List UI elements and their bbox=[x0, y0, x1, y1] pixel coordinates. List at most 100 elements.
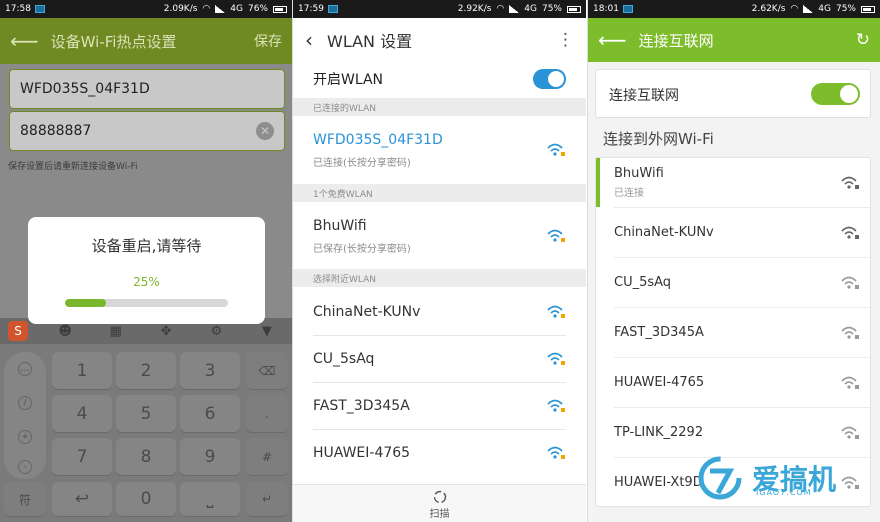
symbol-key[interactable]: … bbox=[18, 362, 32, 376]
status-time: 17:58 bbox=[5, 4, 31, 14]
network-row[interactable]: FAST_3D345A bbox=[596, 308, 870, 357]
symbol-key[interactable]: + bbox=[18, 430, 32, 444]
notification-icon bbox=[622, 5, 633, 13]
nearby-network[interactable]: CU_5sAq bbox=[293, 336, 586, 382]
network-row[interactable]: HUAWEI-4765 bbox=[596, 358, 870, 407]
backspace-icon[interactable]: ⌫ bbox=[246, 352, 288, 389]
network-name: ChinaNet-KUNv bbox=[313, 304, 421, 320]
nearby-network[interactable]: HUAWEI-4765 bbox=[293, 430, 586, 476]
connected-network[interactable]: WFD035S_04F31D 已连接(长按分享密码) bbox=[293, 122, 586, 178]
emoji-icon[interactable]: ☻ bbox=[40, 324, 90, 339]
status-bar: 18:01 2.62K/s ◠ 4G 75% bbox=[588, 0, 880, 18]
space-icon[interactable]: ⎵ bbox=[180, 482, 240, 516]
key-8[interactable]: 8 bbox=[116, 438, 176, 475]
symbol-column[interactable]: … / + - bbox=[4, 352, 46, 479]
wifi-lock-icon bbox=[841, 176, 859, 189]
enter-icon[interactable]: ↵ bbox=[246, 482, 288, 516]
section-nearby: 选择附近WLAN bbox=[293, 269, 586, 287]
notification-icon bbox=[34, 5, 45, 13]
app-bar: ⟵ 设备Wi-Fi热点设置 保存 bbox=[0, 18, 292, 64]
network-name: CU_5sAq bbox=[614, 275, 672, 290]
signal-icon bbox=[803, 5, 814, 13]
symbol-key[interactable]: / bbox=[18, 396, 32, 410]
back-chevron-icon[interactable]: ‹ bbox=[305, 28, 313, 52]
wifi-status-icon: ◠ bbox=[790, 4, 799, 14]
password-field[interactable]: 88888887 ✕ bbox=[9, 111, 285, 151]
symbols-key[interactable]: 符 bbox=[4, 482, 46, 516]
wifi-status-icon: ◠ bbox=[202, 4, 211, 14]
network-status: 已保存(长按分享密码) bbox=[313, 243, 411, 255]
save-button[interactable]: 保存 bbox=[254, 31, 282, 51]
status-time: 17:59 bbox=[298, 4, 324, 14]
collapse-keyboard-icon[interactable]: ▼ bbox=[242, 324, 292, 339]
network-type: 4G bbox=[230, 4, 243, 14]
ssid-field[interactable]: WFD035S_04F31D bbox=[9, 69, 285, 109]
network-name: BhuWifi bbox=[313, 217, 367, 234]
wifi-signal-icon bbox=[547, 143, 565, 156]
status-speed: 2.92K/s bbox=[457, 4, 492, 14]
key-2[interactable]: 2 bbox=[116, 352, 176, 389]
key-4[interactable]: 4 bbox=[52, 395, 112, 432]
refresh-icon[interactable]: ↻ bbox=[856, 30, 870, 50]
nearby-network[interactable]: ChinaNet-KUNv bbox=[293, 289, 586, 335]
hint-text: 保存设置后请重新连接设备Wi-Fi bbox=[8, 162, 138, 172]
network-row[interactable]: TP-LINK_2292 bbox=[596, 408, 870, 457]
wlan-toggle-row[interactable]: 开启WLAN bbox=[293, 62, 586, 96]
page-title: 设备Wi-Fi热点设置 bbox=[50, 32, 177, 51]
network-name: CU_5sAq bbox=[313, 351, 375, 367]
scan-refresh-icon[interactable] bbox=[432, 489, 448, 505]
network-type: 4G bbox=[818, 4, 831, 14]
wifi-lock-icon bbox=[841, 326, 859, 339]
wifi-signal-icon bbox=[547, 305, 565, 318]
key-9[interactable]: 9 bbox=[180, 438, 240, 475]
back-arrow-icon[interactable]: ⟵ bbox=[598, 28, 627, 52]
network-row[interactable]: BhuWifi 已连接 bbox=[596, 158, 870, 207]
cursor-icon[interactable]: ✥ bbox=[141, 324, 191, 339]
symbol-key[interactable]: - bbox=[18, 460, 32, 474]
more-menu-icon[interactable]: ⋮ bbox=[557, 30, 574, 50]
network-row[interactable]: CU_5sAq bbox=[596, 258, 870, 307]
dialog-message: 设备重启,请等待 bbox=[91, 237, 202, 255]
network-row[interactable]: ChinaNet-KUNv bbox=[596, 208, 870, 257]
status-time: 18:01 bbox=[593, 4, 619, 14]
wifi-lock-icon bbox=[841, 276, 859, 289]
wifi-lock-icon bbox=[841, 426, 859, 439]
battery-icon bbox=[861, 5, 875, 13]
key-0[interactable]: 0 bbox=[116, 482, 176, 516]
network-name: WFD035S_04F31D bbox=[313, 131, 443, 148]
progress-fill bbox=[65, 299, 106, 307]
page-title: WLAN 设置 bbox=[327, 32, 413, 51]
wifi-status-icon: ◠ bbox=[496, 4, 505, 14]
return-arrow-icon[interactable]: ↩ bbox=[52, 482, 112, 516]
nearby-network[interactable]: FAST_3D345A bbox=[293, 383, 586, 429]
restart-dialog: 设备重启,请等待 25% bbox=[28, 217, 265, 324]
internet-connect-screen: 18:01 2.62K/s ◠ 4G 75% ⟵ 连接互联网 ↻ 连接互联网 连… bbox=[588, 0, 880, 522]
numeric-keyboard: … / + - 符 1 2 3 ⌫ 4 5 6 . 7 8 9 # ↩ 0 ⎵ … bbox=[0, 344, 292, 522]
back-arrow-icon[interactable]: ⟵ bbox=[10, 29, 39, 53]
sogou-logo-icon[interactable]: S bbox=[8, 321, 28, 341]
settings-gear-icon[interactable]: ⚙ bbox=[191, 324, 241, 339]
dot-key[interactable]: . bbox=[246, 395, 288, 432]
hash-key[interactable]: # bbox=[246, 438, 288, 475]
section-free: 1个免费WLAN bbox=[293, 184, 586, 202]
watermark-logo-icon bbox=[698, 456, 742, 500]
progress-bar bbox=[65, 299, 228, 307]
wifi-lock-icon bbox=[841, 476, 859, 489]
clear-icon[interactable]: ✕ bbox=[256, 122, 274, 140]
keyboard-icon[interactable]: ▦ bbox=[90, 324, 140, 339]
scan-button[interactable]: 扫描 bbox=[293, 505, 586, 520]
app-bar: ‹ WLAN 设置 ⋮ bbox=[293, 18, 586, 62]
key-7[interactable]: 7 bbox=[52, 438, 112, 475]
key-3[interactable]: 3 bbox=[180, 352, 240, 389]
key-6[interactable]: 6 bbox=[180, 395, 240, 432]
internet-switch[interactable] bbox=[811, 83, 860, 105]
wlan-switch[interactable] bbox=[533, 69, 566, 89]
wifi-signal-icon bbox=[547, 399, 565, 412]
status-bar: 17:59 2.92K/s ◠ 4G 75% bbox=[293, 0, 586, 18]
network-name: HUAWEI-Xt9D bbox=[614, 475, 703, 490]
internet-toggle-card[interactable]: 连接互联网 bbox=[595, 69, 871, 118]
key-1[interactable]: 1 bbox=[52, 352, 112, 389]
key-5[interactable]: 5 bbox=[116, 395, 176, 432]
wlan-toggle-label: 开启WLAN bbox=[313, 72, 384, 88]
free-network[interactable]: BhuWifi 已保存(长按分享密码) bbox=[293, 208, 586, 264]
